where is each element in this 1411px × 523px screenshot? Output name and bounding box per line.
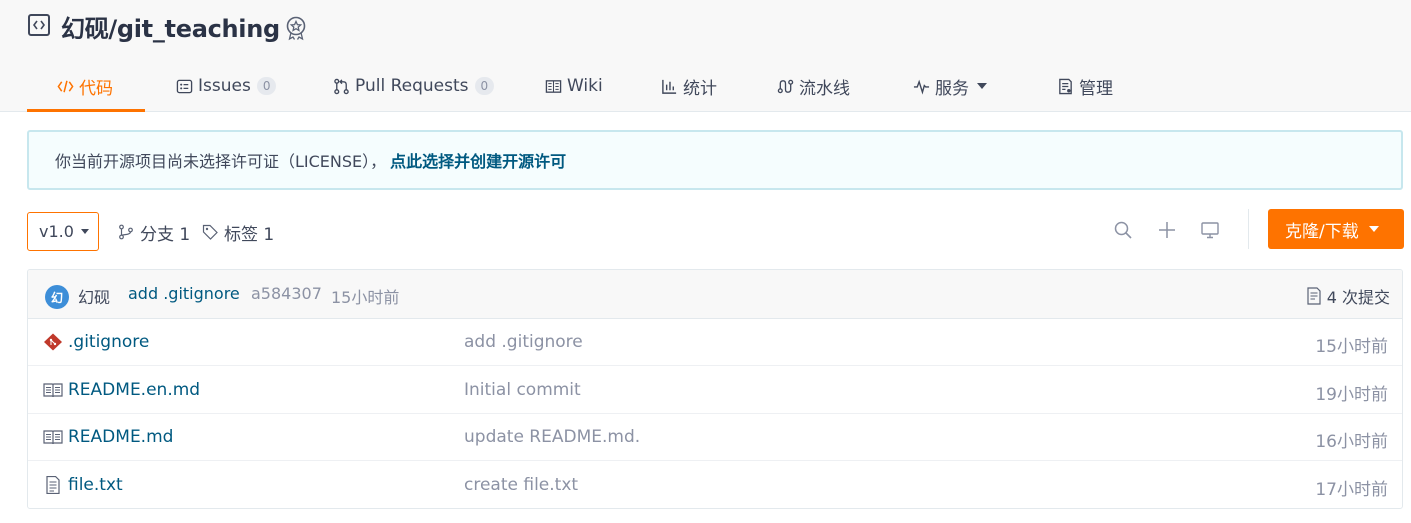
tab-label: 代码 [79, 78, 113, 99]
branch-select-value: v1.0 [39, 222, 74, 241]
table-row[interactable]: README.en.md Initial commit 19小时前 [28, 367, 1402, 414]
tab-pull-requests[interactable]: Pull Requests 0 [332, 60, 495, 112]
commit-count-link[interactable]: 4 次提交 [1306, 284, 1390, 308]
wiki-icon [544, 77, 562, 95]
tab-service[interactable]: 服务 [912, 60, 987, 112]
table-row[interactable]: README.md update README.md. 16小时前 [28, 414, 1402, 461]
clone-download-label: 克隆/下载 [1285, 221, 1359, 242]
tab-label: 服务 [935, 78, 969, 99]
issues-icon [175, 77, 193, 95]
commit-message[interactable]: add .gitignore [128, 284, 240, 303]
tab-label: 管理 [1079, 78, 1113, 99]
tab-label: 流水线 [799, 78, 850, 99]
text-file-icon [43, 476, 63, 494]
tab-code[interactable]: 代码 [27, 60, 145, 112]
tab-label: Wiki [567, 76, 603, 96]
file-time: 16小时前 [1315, 432, 1388, 452]
readme-icon [43, 428, 63, 446]
chevron-down-icon [977, 83, 987, 89]
commit-sha[interactable]: a584307 [251, 284, 322, 303]
repo-title[interactable]: 幻砚/git_teaching [61, 9, 280, 44]
chevron-down-icon [80, 229, 89, 234]
toolbar-divider [1248, 209, 1249, 249]
commits-icon [1307, 287, 1321, 305]
license-notice: 你当前开源项目尚未选择许可证（LICENSE）， 点此选择并创建开源许可 [27, 130, 1403, 190]
pull-requests-count-badge: 0 [474, 77, 495, 95]
tags-link[interactable]: 标签 1 [202, 220, 275, 245]
latest-commit-bar: 幻 幻砚 add .gitignore a584307 15小时前 4 次提交 [28, 270, 1402, 319]
file-time: 17小时前 [1315, 480, 1388, 500]
create-license-link[interactable]: 点此选择并创建开源许可 [390, 148, 566, 172]
file-list: 幻 幻砚 add .gitignore a584307 15小时前 4 次提交 … [27, 269, 1403, 509]
readme-icon [43, 381, 63, 399]
tab-label: Pull Requests [355, 76, 469, 96]
table-row[interactable]: file.txt create file.txt 17小时前 [28, 462, 1402, 508]
branches-link[interactable]: 分支 1 [118, 220, 191, 245]
tags-count: 标签 1 [224, 224, 275, 245]
file-name[interactable]: README.en.md [68, 380, 200, 400]
repo-code-icon [28, 14, 50, 36]
service-icon [912, 77, 930, 95]
branch-select[interactable]: v1.0 [27, 212, 99, 251]
repo-header: 幻砚/git_teaching 代码 Issues 0 Pull Request… [0, 0, 1411, 112]
web-ide-icon[interactable] [1199, 219, 1221, 241]
tab-label: Issues [198, 76, 251, 96]
file-time: 19小时前 [1315, 385, 1388, 405]
branch-icon [119, 224, 133, 240]
repo-tabs: 代码 Issues 0 Pull Requests 0 Wiki 统计 流水线 … [0, 60, 1411, 112]
chevron-down-icon [1368, 226, 1379, 232]
file-name[interactable]: README.md [68, 427, 173, 447]
file-name[interactable]: .gitignore [68, 332, 149, 352]
commit-time: 15小时前 [331, 288, 400, 307]
pull-request-icon [332, 77, 350, 95]
file-commit-message[interactable]: add .gitignore [464, 332, 583, 352]
commit-author[interactable]: 幻砚 [78, 284, 110, 308]
tab-wiki[interactable]: Wiki [544, 60, 603, 112]
git-file-icon [43, 333, 63, 351]
issues-count-badge: 0 [256, 77, 277, 95]
pipeline-icon [776, 77, 794, 95]
license-notice-message: 你当前开源项目尚未选择许可证（LICENSE）， [55, 152, 387, 171]
tab-pipeline[interactable]: 流水线 [776, 60, 850, 112]
tab-label: 统计 [683, 78, 717, 99]
recommend-badge-icon[interactable] [284, 15, 308, 41]
table-row[interactable]: .gitignore add .gitignore 15小时前 [28, 319, 1402, 366]
tab-issues[interactable]: Issues 0 [175, 60, 277, 112]
clone-download-button[interactable]: 克隆/下载 [1268, 209, 1404, 249]
tag-icon [202, 224, 218, 240]
branches-count: 分支 1 [140, 224, 191, 245]
file-time: 15小时前 [1315, 337, 1388, 357]
search-icon[interactable] [1112, 219, 1134, 241]
manage-icon [1056, 77, 1074, 95]
file-name[interactable]: file.txt [68, 475, 123, 495]
file-commit-message[interactable]: update README.md. [464, 427, 640, 447]
avatar[interactable]: 幻 [45, 285, 69, 309]
commit-count: 4 次提交 [1326, 288, 1390, 307]
tab-stats[interactable]: 统计 [660, 60, 717, 112]
code-icon [56, 77, 74, 95]
stats-icon [660, 77, 678, 95]
tab-manage[interactable]: 管理 [1056, 60, 1113, 112]
file-commit-message[interactable]: create file.txt [464, 475, 578, 495]
add-file-icon[interactable] [1156, 219, 1178, 241]
file-commit-message[interactable]: Initial commit [464, 380, 581, 400]
